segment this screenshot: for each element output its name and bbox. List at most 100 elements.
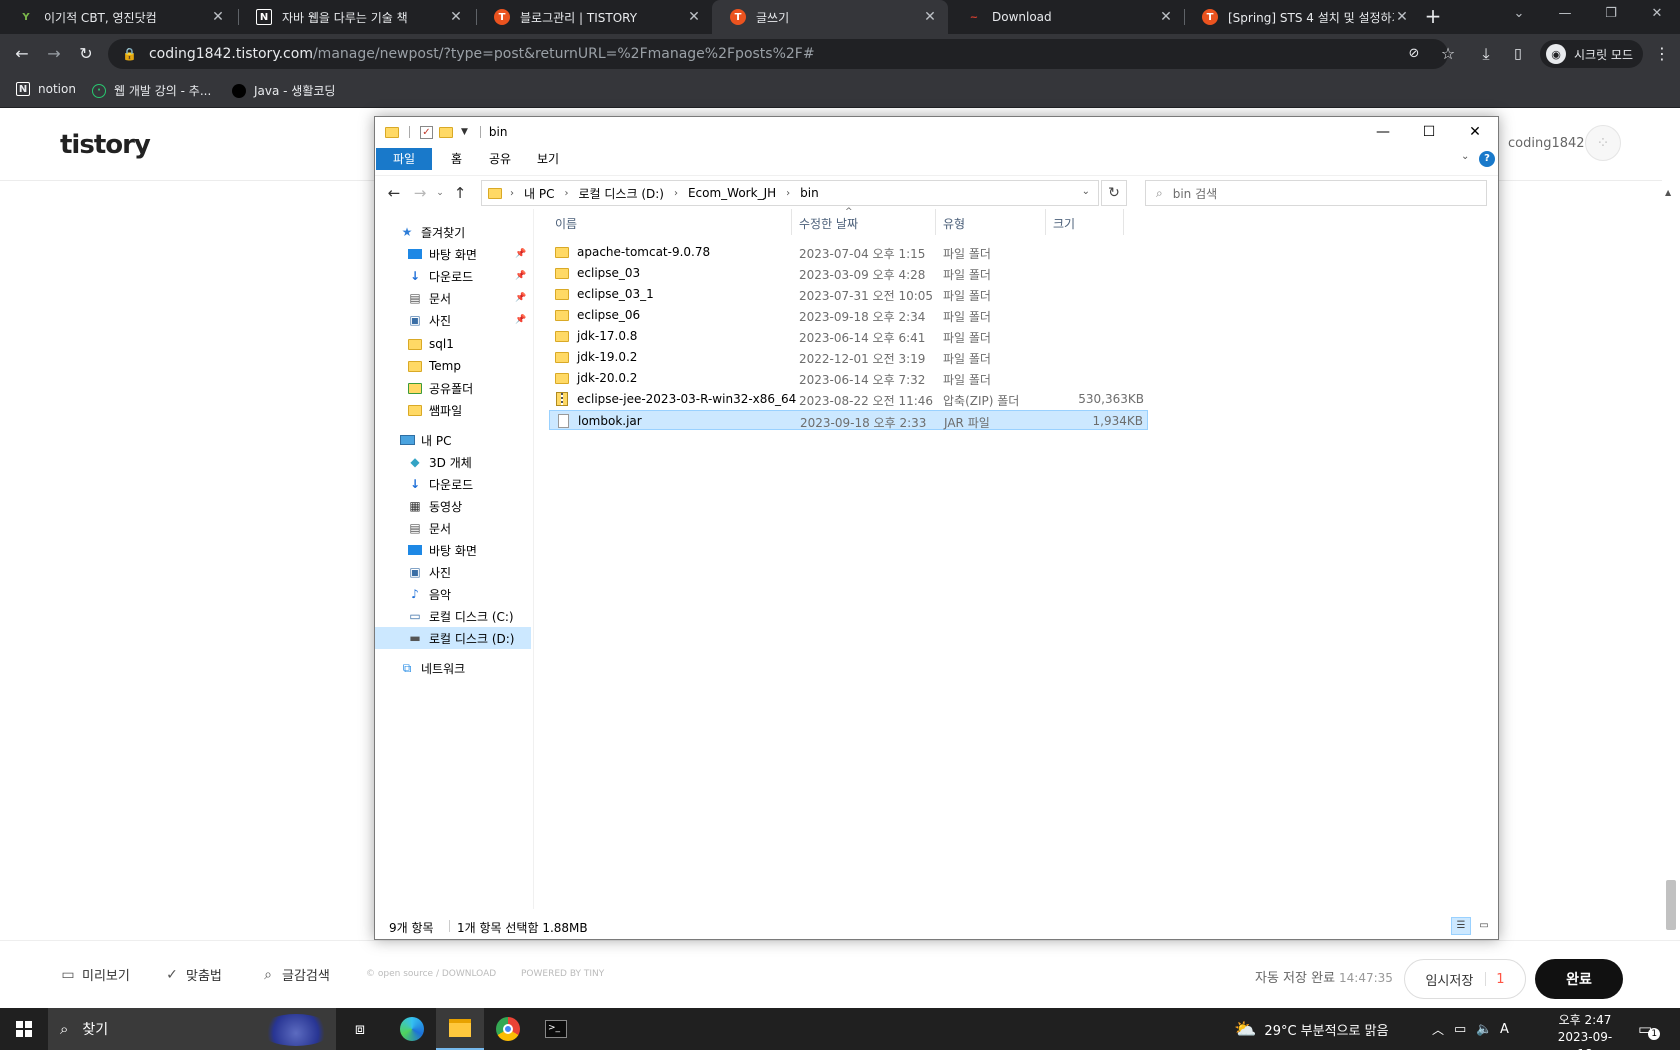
tab-search-chevron-icon[interactable]: ⌄ — [1496, 0, 1542, 30]
nav-pc-downloads[interactable]: ↓ 다운로드 — [375, 473, 531, 495]
maximize-button[interactable]: ☐ — [1406, 117, 1452, 147]
terminal-icon[interactable]: >_ — [532, 1008, 580, 1050]
nav-videos[interactable]: ▦ 동영상 — [375, 495, 531, 517]
task-view-icon[interactable]: ⧈ — [336, 1008, 384, 1050]
close-icon[interactable]: ✕ — [210, 9, 226, 25]
tab-view[interactable]: 보기 — [523, 148, 573, 170]
chrome-icon[interactable] — [484, 1008, 532, 1050]
save-draft-button[interactable]: 임시저장 1 — [1404, 959, 1526, 999]
nav-pc-documents[interactable]: ▤ 문서 — [375, 517, 531, 539]
details-view-icon[interactable]: ☰ — [1451, 917, 1471, 935]
menu-dots-icon[interactable]: ⋮ — [1650, 42, 1674, 66]
new-folder-icon[interactable] — [439, 126, 453, 138]
close-icon[interactable]: ✕ — [1158, 9, 1174, 25]
search-highlight-art[interactable] — [260, 1014, 332, 1046]
bookmark-star-icon[interactable]: ☆ — [1436, 42, 1460, 66]
nav-quick-access[interactable]: ★ 즐겨찾기 — [375, 221, 531, 243]
address-bar[interactable]: 🔒 coding1842.tistory.com/manage/newpost/… — [108, 39, 1448, 69]
refresh-button[interactable]: ↻ — [1101, 180, 1127, 206]
page-scrollbar[interactable]: ▲ ▼ — [1662, 180, 1680, 1018]
pin-icon[interactable]: 📌 — [515, 249, 526, 259]
expand-ribbon-icon[interactable]: ⌄ — [1461, 151, 1469, 162]
table-row-selected[interactable]: lombok.jar 2023-09-18 오후 2:33 JAR 파일 1,9… — [549, 410, 1148, 430]
new-tab-button[interactable]: + — [1422, 6, 1444, 28]
table-row[interactable]: eclipse_03 2023-03-09 오후 4:28 파일 폴더 — [549, 263, 1148, 283]
table-row[interactable]: jdk-19.0.2 2022-12-01 오전 3:19 파일 폴더 — [549, 347, 1148, 367]
download-icon[interactable]: ⤓ — [1474, 42, 1498, 66]
scroll-up-icon[interactable]: ▲ — [1665, 188, 1671, 197]
tistory-logo[interactable]: tistory — [60, 130, 151, 160]
table-row[interactable]: jdk-17.0.8 2023-06-14 오후 6:41 파일 폴더 — [549, 326, 1148, 346]
chevron-right-icon[interactable]: › — [674, 188, 678, 199]
chevron-right-icon[interactable]: › — [510, 188, 514, 199]
incognito-badge[interactable]: ◉ 시크릿 모드 — [1540, 40, 1644, 68]
close-icon[interactable]: ✕ — [686, 9, 702, 25]
breadcrumb-bin[interactable]: bin — [800, 186, 819, 200]
column-type[interactable]: 유형 — [943, 215, 965, 232]
nav-pc-desktop[interactable]: 바탕 화면 — [375, 539, 531, 561]
tab-cbt[interactable]: Y 이기적 CBT, 영진닷컴 ✕ — [0, 0, 236, 34]
notification-center-button[interactable]: ▭ 1 — [1638, 1008, 1661, 1050]
column-divider[interactable] — [935, 209, 936, 235]
nav-drive-d[interactable]: ▬ 로컬 디스크 (D:) — [375, 627, 531, 649]
column-divider[interactable] — [1123, 209, 1124, 235]
tab-spring-sts[interactable]: T [Spring] STS 4 설치 및 설정하기 ✕ — [1184, 0, 1420, 34]
nav-network[interactable]: ⧉ 네트워크 — [375, 657, 531, 679]
tab-blog-manage[interactable]: T 블로그관리 | TISTORY ✕ — [476, 0, 712, 34]
pin-icon[interactable]: 📌 — [515, 293, 526, 303]
nav-music[interactable]: ♪ 음악 — [375, 583, 531, 605]
large-icons-view-icon[interactable]: ▭ — [1474, 917, 1494, 935]
close-icon[interactable]: ✕ — [448, 9, 464, 25]
material-search-button[interactable]: ⌕ 글감검색 — [260, 965, 330, 985]
username[interactable]: coding1842 — [1508, 136, 1585, 151]
table-row[interactable]: eclipse_03_1 2023-07-31 오전 10:05 파일 폴더 — [549, 284, 1148, 304]
tab-write-active[interactable]: T 글쓰기 ✕ — [712, 0, 948, 34]
tab-home[interactable]: 홈 — [437, 148, 476, 170]
restore-button[interactable]: ❐ — [1588, 0, 1634, 30]
forward-arrow-icon[interactable]: → — [42, 42, 66, 66]
ime-indicator[interactable]: A — [1500, 1008, 1509, 1050]
show-hidden-icons-icon[interactable]: ︿ — [1432, 1008, 1444, 1050]
nav-downloads[interactable]: ↓ 다운로드 📌 — [375, 265, 531, 287]
avatar[interactable]: ⁘ — [1585, 125, 1621, 161]
close-window-button[interactable]: ✕ — [1634, 0, 1680, 30]
nav-teacher-files[interactable]: 쌤파일 — [375, 399, 531, 421]
recent-locations-icon[interactable]: ⌄ — [429, 182, 451, 204]
breadcrumb-drive-d[interactable]: 로컬 디스크 (D:) — [578, 185, 663, 202]
taskbar-search-input[interactable]: ⌕ 찾기 — [48, 1008, 336, 1050]
pin-icon[interactable]: 📌 — [515, 271, 526, 281]
weather-widget[interactable]: ⛅ 29°C 부분적으로 맑음 — [1234, 1008, 1389, 1050]
nav-pc-pictures[interactable]: ▣ 사진 — [375, 561, 531, 583]
start-button[interactable] — [0, 1008, 48, 1050]
bookmark-web-lecture[interactable]: · 웹 개발 강의 - 추... — [92, 82, 211, 99]
table-row[interactable]: eclipse_06 2023-09-18 오후 2:34 파일 폴더 — [549, 305, 1148, 325]
close-button[interactable]: ✕ — [1452, 117, 1498, 147]
eye-slash-icon[interactable]: ⊘ — [1402, 42, 1426, 66]
address-bar[interactable]: › 내 PC › 로컬 디스크 (D:) › Ecom_Work_JH › bi… — [481, 180, 1099, 206]
tab-file[interactable]: 파일 — [376, 148, 432, 170]
table-row[interactable]: eclipse-jee-2023-03-R-win32-x86_64 2023-… — [549, 389, 1148, 409]
column-size[interactable]: 크기 — [1053, 215, 1075, 232]
edge-icon[interactable] — [388, 1008, 436, 1050]
up-arrow-icon[interactable]: ↑ — [449, 182, 471, 204]
draft-count[interactable]: 1 — [1496, 972, 1504, 987]
table-row[interactable]: apache-tomcat-9.0.78 2023-07-04 오후 1:15 … — [549, 242, 1148, 262]
tab-download[interactable]: ~ Download ✕ — [948, 0, 1184, 34]
bookmark-notion[interactable]: N notion — [16, 82, 76, 96]
help-icon[interactable]: ? — [1479, 151, 1495, 167]
column-divider[interactable] — [1045, 209, 1046, 235]
breadcrumb-this-pc[interactable]: 내 PC — [524, 185, 554, 202]
back-arrow-icon[interactable]: ← — [10, 42, 34, 66]
pin-icon[interactable]: 📌 — [515, 315, 526, 325]
column-date[interactable]: 수정한 날짜 — [799, 215, 858, 232]
lock-icon[interactable]: 🔒 — [122, 47, 137, 61]
spellcheck-button[interactable]: ✓ 맞춤법 — [164, 965, 222, 985]
nav-temp[interactable]: Temp — [375, 355, 531, 377]
back-arrow-icon[interactable]: ← — [383, 182, 405, 204]
nav-drive-c[interactable]: ▭ 로컬 디스크 (C:) — [375, 605, 531, 627]
column-divider[interactable] — [791, 209, 792, 235]
chevron-right-icon[interactable]: › — [786, 188, 790, 199]
nav-this-pc[interactable]: 내 PC — [375, 429, 531, 451]
nav-pictures[interactable]: ▣ 사진 📌 — [375, 309, 531, 331]
properties-icon[interactable]: ✓ — [420, 125, 433, 139]
